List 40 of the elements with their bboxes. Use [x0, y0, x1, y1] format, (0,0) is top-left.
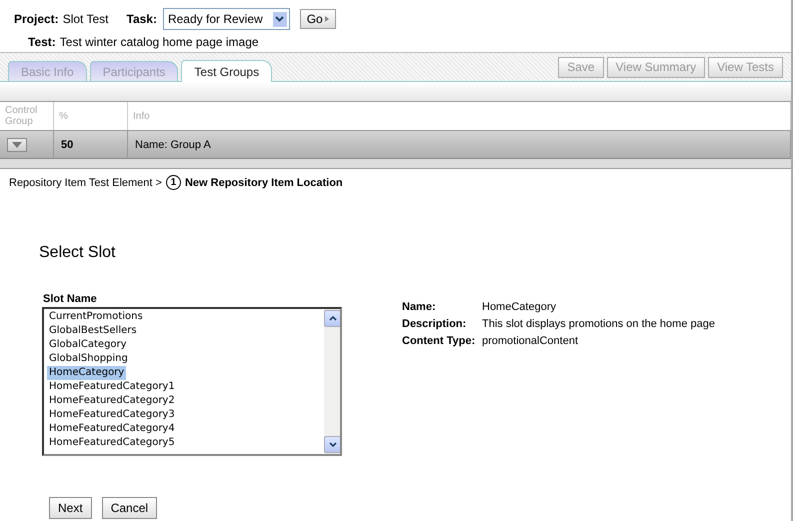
- breadcrumb-current: New Repository Item Location: [184, 176, 343, 188]
- table-cell: 50: [54, 130, 128, 159]
- project-label: Project:: [14, 12, 59, 26]
- list-item[interactable]: GlobalCategory: [47, 338, 129, 352]
- project-name: Slot Test: [62, 12, 108, 26]
- list-item[interactable]: GlobalShopping: [47, 352, 130, 366]
- list-item[interactable]: HomeCategory: [47, 366, 126, 380]
- detail-label: Name:: [402, 301, 437, 313]
- caret-down-icon: [12, 142, 22, 148]
- list-item[interactable]: CurrentPromotions: [47, 310, 145, 324]
- scroll-down-icon[interactable]: [324, 436, 340, 453]
- breadcrumb-link[interactable]: Repository Item Test Element >: [9, 176, 162, 188]
- tab[interactable]: Test Groups: [181, 60, 272, 82]
- slot-listbox[interactable]: CurrentPromotions GlobalBestSellers GlobalCategory GlobalShopping HomeCategory HomeFeaturedCategory1 HomeFeaturedCategory2 HomeFeaturedCategory3 HomeFeaturedCategory4 HomeFeaturedCategory5: [42, 307, 342, 456]
- step-number: 1: [166, 175, 181, 190]
- list-item[interactable]: HomeFeaturedCategory4: [47, 422, 177, 436]
- task-label: Task:: [126, 12, 157, 26]
- triangle-right-icon: [324, 16, 329, 22]
- list-label: Slot Name: [42, 293, 98, 305]
- list-item[interactable]: HomeFeaturedCategory2: [47, 394, 177, 408]
- form-button[interactable]: Cancel: [102, 497, 158, 519]
- detail-value: HomeCategory: [482, 301, 557, 313]
- list-item[interactable]: HomeFeaturedCategory5: [47, 436, 177, 450]
- table-cell: Name: Group A: [128, 130, 791, 159]
- list-item[interactable]: GlobalBestSellers: [47, 324, 139, 338]
- test-name: Test winter catalog home page image: [60, 35, 259, 49]
- task-dropdown[interactable]: Ready for Review: [162, 8, 290, 30]
- detail-label: Content Type:: [402, 335, 476, 347]
- dropdown-button[interactable]: [7, 138, 27, 152]
- detail-label: Description:: [402, 318, 468, 330]
- go-button[interactable]: Go: [300, 9, 336, 29]
- scroll-up-icon[interactable]: [324, 310, 340, 327]
- section-heading: Select Slot: [39, 244, 116, 262]
- list-item[interactable]: HomeFeaturedCategory1: [47, 380, 177, 394]
- test-label: Test:: [28, 35, 56, 49]
- chevron-down-icon: [272, 12, 287, 26]
- list-item[interactable]: HomeFeaturedCategory3: [47, 408, 177, 422]
- form-button[interactable]: Next: [49, 497, 92, 519]
- detail-value: promotionalContent: [482, 335, 580, 347]
- detail-value: This slot displays promotions on the home page: [482, 318, 715, 330]
